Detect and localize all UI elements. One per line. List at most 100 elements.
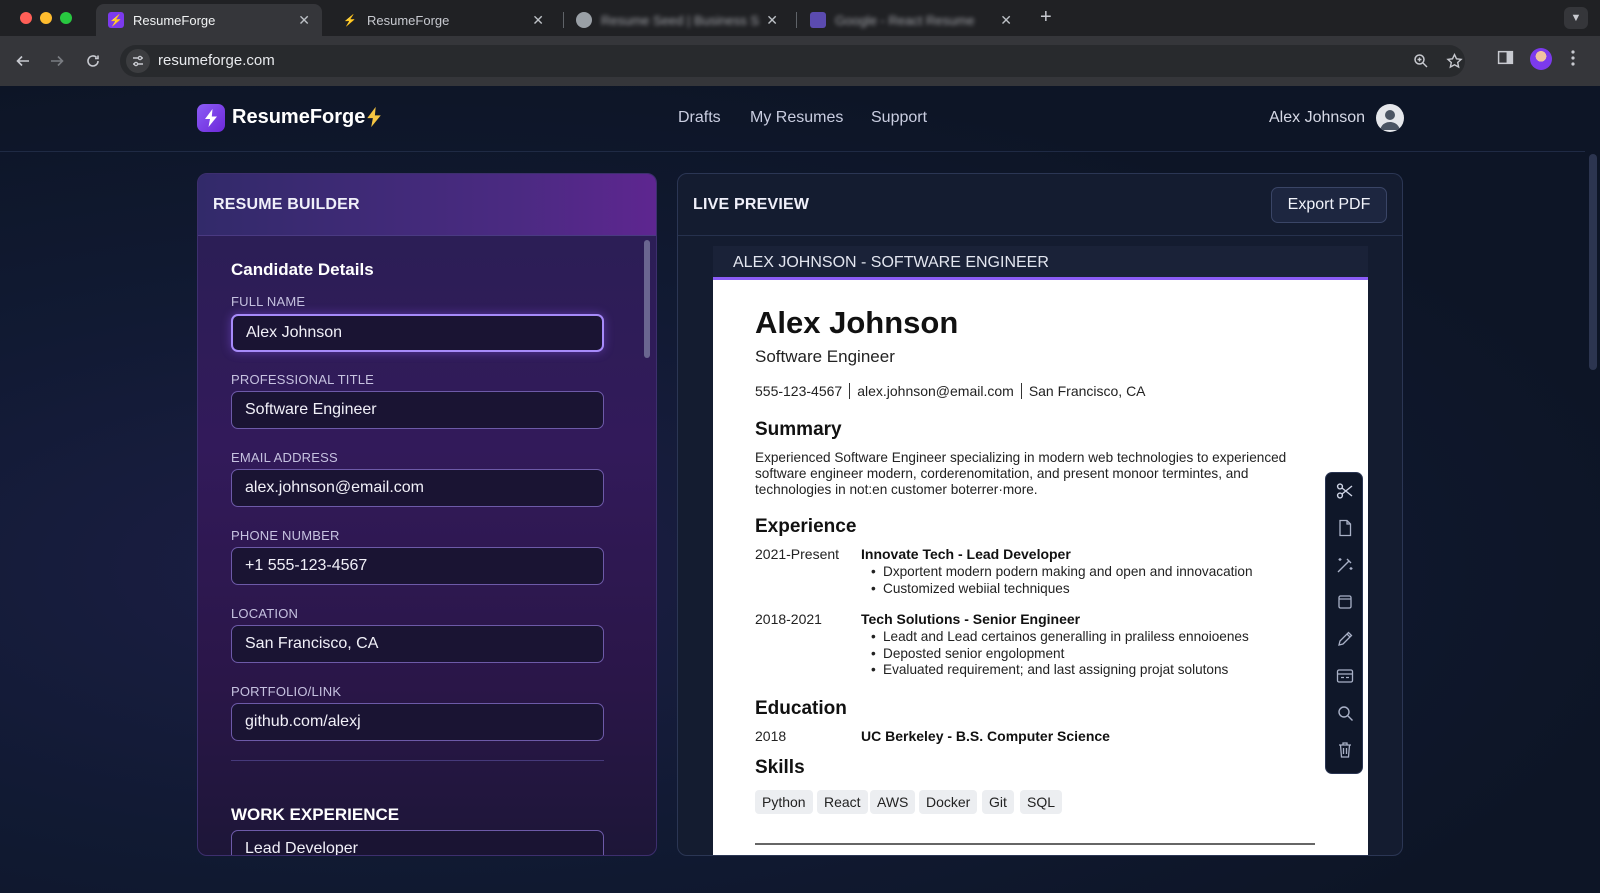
- skills-heading: Skills: [755, 757, 805, 778]
- skill-chip: AWS: [870, 790, 916, 814]
- browser-profile-avatar[interactable]: [1530, 48, 1552, 70]
- scissors-icon[interactable]: [1335, 481, 1355, 501]
- resume-contact-line: 555-123-4567 alex.johnson@email.com San …: [755, 383, 1146, 399]
- window-minimize-button[interactable]: [40, 12, 52, 24]
- resume-phone: 555-123-4567: [755, 383, 843, 399]
- builder-scrollbar[interactable]: [644, 240, 650, 358]
- job-role: Innovate Tech - Lead Developer: [861, 546, 1071, 562]
- nav-support[interactable]: Support: [871, 109, 927, 127]
- app-root: ResumeForge Drafts My Resumes Support Al…: [0, 86, 1600, 893]
- close-icon[interactable]: ✕: [532, 12, 544, 29]
- globe-favicon-icon: [576, 12, 592, 28]
- browser-toolbar: resumeforge.com: [0, 36, 1600, 86]
- candidate-details-heading: Candidate Details: [231, 260, 374, 279]
- job-bullet: Leadt and Lead certainos generalling in …: [871, 629, 1249, 644]
- template-icon[interactable]: [1335, 666, 1355, 686]
- phone-input[interactable]: [231, 547, 604, 585]
- email-label: EMAIL ADDRESS: [231, 450, 338, 465]
- full-name-input[interactable]: [231, 314, 604, 352]
- job-bullet: Evaluated requirement; and last assignin…: [871, 662, 1228, 677]
- document-tab-title: ALEX JOHNSON - SOFTWARE ENGINEER: [733, 254, 1049, 271]
- url-text: resumeforge.com: [158, 52, 275, 69]
- nav-drafts[interactable]: Drafts: [678, 109, 721, 127]
- window-close-button[interactable]: [20, 12, 32, 24]
- work-experience-heading: WORK EXPERIENCE: [231, 805, 400, 824]
- brand-name[interactable]: ResumeForge: [232, 106, 365, 129]
- magic-wand-icon[interactable]: [1335, 555, 1355, 575]
- bolt-favicon-icon: ⚡: [343, 14, 357, 27]
- site-settings-icon[interactable]: [126, 49, 150, 73]
- tab-separator: [796, 12, 797, 28]
- professional-title-input[interactable]: [231, 391, 604, 429]
- location-input[interactable]: [231, 625, 604, 663]
- contact-separator: [849, 383, 851, 399]
- phone-label: PHONE NUMBER: [231, 528, 340, 543]
- bolt-favicon-icon: ⚡: [108, 12, 124, 28]
- bookmark-star-icon[interactable]: [1446, 52, 1463, 75]
- window-zoom-button[interactable]: [60, 12, 72, 24]
- email-input[interactable]: [231, 469, 604, 507]
- pencil-icon[interactable]: [1335, 629, 1355, 649]
- tab-search-button[interactable]: ▼: [1564, 7, 1588, 29]
- export-pdf-button[interactable]: Export PDF: [1271, 187, 1387, 223]
- browser-tab-resumeforge-active[interactable]: ⚡ ResumeForge ✕: [96, 4, 322, 36]
- tab-title: Resume Seed | Business S...: [601, 12, 761, 28]
- footer-rule: [755, 843, 1315, 845]
- section-divider: [231, 760, 604, 761]
- builder-panel-title: RESUME BUILDER: [213, 196, 360, 213]
- job-dates: 2021-Present: [755, 546, 840, 562]
- page-icon[interactable]: [1335, 518, 1355, 538]
- experience-heading: Experience: [755, 516, 857, 537]
- skill-chip: React: [817, 790, 868, 814]
- address-bar[interactable]: resumeforge.com: [120, 45, 1465, 77]
- close-icon[interactable]: ✕: [1000, 12, 1012, 29]
- nav-my-resumes[interactable]: My Resumes: [750, 109, 843, 127]
- tab-title: ResumeForge: [133, 12, 216, 28]
- portfolio-input[interactable]: [231, 703, 604, 741]
- new-tab-button[interactable]: +: [1040, 6, 1052, 29]
- browser-tab-resumeforge[interactable]: ⚡ ResumeForge ✕: [330, 4, 556, 36]
- page-scrollbar[interactable]: [1589, 154, 1597, 370]
- resume-email: alex.johnson@email.com: [857, 383, 1014, 399]
- location-label: LOCATION: [231, 606, 299, 621]
- skill-chip: Git: [982, 790, 1014, 814]
- forward-button[interactable]: [46, 50, 68, 72]
- education-year: 2018: [755, 728, 787, 744]
- logo-icon[interactable]: [197, 104, 225, 132]
- editor-tool-palette: [1325, 472, 1363, 774]
- close-icon[interactable]: ✕: [298, 12, 310, 29]
- frame-icon[interactable]: [1335, 592, 1355, 612]
- resume-document: Alex Johnson Software Engineer 555-123-4…: [713, 280, 1368, 855]
- chevron-down-icon: ▼: [1570, 12, 1582, 24]
- browser-tab-google[interactable]: Google - React Resume ✕: [798, 4, 1024, 36]
- side-panel-icon[interactable]: [1497, 49, 1514, 71]
- skill-chip: SQL: [1020, 790, 1063, 814]
- job-dates: 2018-2021: [755, 611, 822, 627]
- summary-heading: Summary: [755, 419, 842, 440]
- more-vertical-icon[interactable]: [1570, 49, 1576, 72]
- contact-separator: [1020, 383, 1022, 399]
- back-button[interactable]: [12, 50, 34, 72]
- close-icon[interactable]: ✕: [766, 12, 778, 29]
- tab-title: Google - React Resume: [835, 12, 975, 28]
- browser-tab-bar: ⚡ ResumeForge ✕ ⚡ ResumeForge ✕ Resume S…: [0, 0, 1600, 36]
- tab-title: ResumeForge: [367, 12, 450, 28]
- skill-chip: Docker: [919, 790, 978, 814]
- preview-panel-title: LIVE PREVIEW: [693, 196, 810, 213]
- document-tab[interactable]: ALEX JOHNSON - SOFTWARE ENGINEER: [713, 246, 1368, 280]
- user-name[interactable]: Alex Johnson: [1269, 109, 1365, 127]
- bolt-icon: [365, 105, 383, 134]
- reload-button[interactable]: [82, 50, 104, 72]
- summary-text: Experienced Software Engineer specializi…: [755, 450, 1287, 497]
- trash-icon[interactable]: [1335, 740, 1355, 760]
- app-header: ResumeForge Drafts My Resumes Support Al…: [0, 86, 1585, 152]
- job-title-input[interactable]: [231, 830, 604, 855]
- user-avatar[interactable]: [1376, 104, 1404, 132]
- arrow-right-icon: [51, 55, 64, 67]
- arrow-left-icon: [16, 55, 29, 67]
- skill-chip: Python: [755, 790, 813, 814]
- professional-title-label: PROFESSIONAL TITLE: [231, 372, 375, 387]
- zoom-icon[interactable]: [1413, 53, 1429, 74]
- browser-tab-resume-seed[interactable]: Resume Seed | Business S... ✕: [564, 4, 790, 36]
- search-icon[interactable]: [1335, 703, 1355, 723]
